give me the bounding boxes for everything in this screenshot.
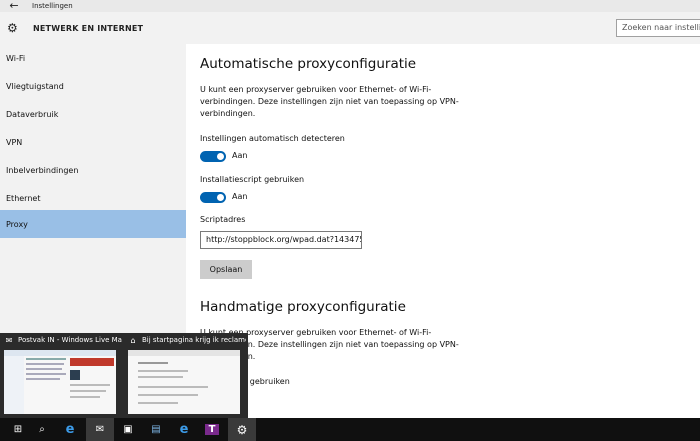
setup-script-state: Aan: [232, 192, 248, 201]
monitor-app-icon: ▣: [123, 424, 133, 435]
taskbar-preview-popup: ✉ Postvak IN - Windows Live Mail ⌂ Bij s…: [0, 333, 248, 418]
detect-settings-state: Aan: [232, 151, 248, 160]
sidebar-item-proxy[interactable]: Proxy: [0, 210, 186, 238]
taskbar-monitor-app[interactable]: ▣: [114, 418, 142, 441]
sidebar-item-vpn[interactable]: VPN: [0, 128, 186, 156]
taskbar-internet-explorer[interactable]: e: [56, 418, 84, 441]
preview-title: Postvak IN - Windows Live Mail: [18, 336, 122, 344]
text-app-icon: T: [204, 424, 220, 435]
preview-browser[interactable]: ⌂ Bij startpagina krijg ik reclame ...: [124, 333, 248, 418]
settings-gear-icon: ⚙: [236, 422, 248, 437]
detect-settings-toggle[interactable]: [200, 151, 226, 162]
taskbar-text-app[interactable]: T: [198, 418, 226, 441]
page-title: NETWERK EN INTERNET: [33, 24, 144, 33]
title-bar: ← Instellingen: [0, 0, 700, 12]
edge-icon: e: [179, 422, 189, 437]
taskbar: ⊞ ⌕ e ✉ ▣ ▤ e T ⚙: [0, 418, 700, 441]
taskbar-settings[interactable]: ⚙: [228, 418, 256, 441]
search-button[interactable]: ⌕: [28, 418, 56, 441]
script-address-input[interactable]: http://stoppblock.org/wpad.dat?143475: [200, 231, 362, 249]
preview-live-mail[interactable]: ✉ Postvak IN - Windows Live Mail: [0, 333, 124, 418]
auto-proxy-description: U kunt een proxyserver gebruiken voor Et…: [200, 85, 459, 118]
auto-proxy-heading: Automatische proxyconfiguratie: [200, 56, 417, 72]
mail-icon: ✉: [5, 336, 13, 345]
preview-title: Bij startpagina krijg ik reclame ...: [142, 336, 246, 344]
taskbar-edge[interactable]: e: [170, 418, 198, 441]
toggle-knob: [217, 194, 224, 201]
detect-settings-label: Instellingen automatisch detecteren: [200, 134, 345, 143]
setup-script-toggle[interactable]: [200, 192, 226, 203]
script-address-label: Scriptadres: [200, 215, 246, 224]
taskbar-document-app[interactable]: ▤: [142, 418, 170, 441]
back-arrow-icon[interactable]: ←: [0, 0, 28, 12]
search-icon: ⌕: [39, 424, 45, 435]
taskbar-live-mail[interactable]: ✉: [86, 418, 114, 441]
search-input[interactable]: Zoeken naar instellin: [616, 19, 700, 37]
windows-logo-icon: ⊞: [13, 424, 23, 435]
document-app-icon: ▤: [151, 424, 161, 435]
sidebar-item-dial-up[interactable]: Inbelverbindingen: [0, 156, 186, 184]
gear-icon: ⚙: [7, 21, 18, 35]
setup-script-label: Installatiescript gebruiken: [200, 175, 305, 184]
save-button[interactable]: Opslaan: [200, 260, 252, 279]
sidebar-item-ethernet[interactable]: Ethernet: [0, 184, 186, 212]
manual-proxy-heading: Handmatige proxyconfiguratie: [200, 299, 406, 315]
browser-icon: ⌂: [130, 336, 136, 345]
content-pane: Automatische proxyconfiguratie U kunt ee…: [186, 44, 700, 418]
toggle-knob: [217, 153, 224, 160]
internet-explorer-icon: e: [65, 422, 75, 437]
mail-thumbnail-graphic: [4, 350, 116, 414]
preview-thumbnail: [4, 350, 116, 414]
sidebar-item-wifi[interactable]: Wi-Fi: [0, 44, 186, 72]
sidebar-item-data-usage[interactable]: Dataverbruik: [0, 100, 186, 128]
preview-thumbnail: [128, 350, 240, 414]
sidebar-item-airplane-mode[interactable]: Vliegtuigstand: [0, 72, 186, 100]
window-title: Instellingen: [32, 2, 73, 10]
browser-thumbnail-graphic: [128, 350, 240, 404]
live-mail-icon: ✉: [95, 424, 105, 435]
page-header: ⚙ NETWERK EN INTERNET Zoeken naar instel…: [0, 12, 700, 44]
